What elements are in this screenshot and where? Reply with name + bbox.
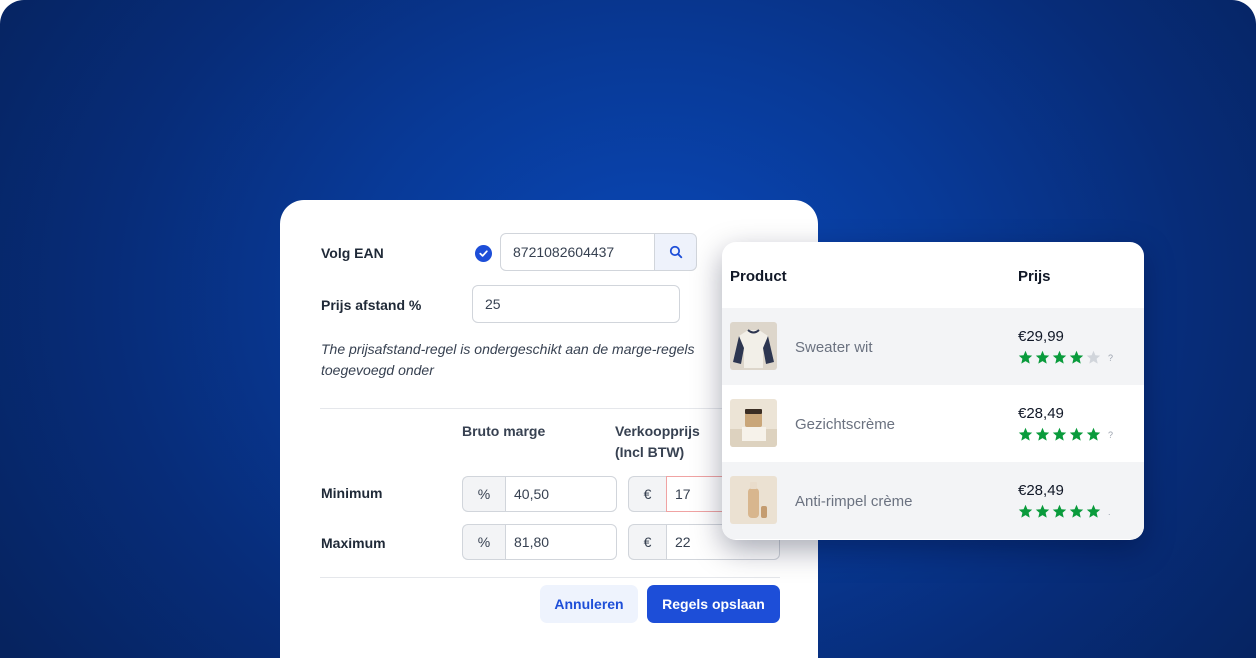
price-distance-input[interactable]: 25 xyxy=(472,285,680,323)
minimum-margin-input[interactable]: 40,50 xyxy=(505,476,617,512)
maximum-margin-group: % 81,80 xyxy=(462,524,617,560)
euro-addon: € xyxy=(628,524,666,560)
star-filled-icon xyxy=(1018,350,1033,365)
star-filled-icon xyxy=(1069,350,1084,365)
ean-input[interactable]: 8721082604437 xyxy=(500,233,655,271)
star-filled-icon xyxy=(1069,427,1084,442)
rating-stars: . xyxy=(1018,504,1111,519)
product-name: Sweater wit xyxy=(795,339,873,356)
rating-stars: ? xyxy=(1018,427,1113,442)
follow-ean-checkbox[interactable] xyxy=(475,245,492,262)
save-rules-button[interactable]: Regels opslaan xyxy=(647,585,780,623)
face-cream-thumbnail xyxy=(730,399,777,447)
star-filled-icon xyxy=(1018,504,1033,519)
product-row[interactable]: Gezichtscrème €28,49 ? xyxy=(722,385,1144,462)
star-filled-icon xyxy=(1035,350,1050,365)
price-distance-label: Prijs afstand % xyxy=(321,297,422,313)
divider-bottom xyxy=(320,577,780,578)
product-price: €28,49 xyxy=(1018,482,1064,499)
maximum-label: Maximum xyxy=(321,535,386,551)
sale-price-header: Verkoopprijs (Incl BTW) xyxy=(615,421,700,463)
percent-addon: % xyxy=(462,524,505,560)
sale-price-header-line-2: (Incl BTW) xyxy=(615,444,685,460)
star-filled-icon xyxy=(1035,504,1050,519)
star-filled-icon xyxy=(1052,350,1067,365)
star-filled-icon xyxy=(1086,427,1101,442)
product-price-card: Product Prijs Sweater wit €29,99 ? Gezic… xyxy=(722,242,1144,540)
product-price: €29,99 xyxy=(1018,328,1064,345)
star-filled-icon xyxy=(1069,504,1084,519)
follow-ean-label: Volg EAN xyxy=(321,245,384,261)
star-filled-icon xyxy=(1052,504,1067,519)
checkmark-icon xyxy=(479,250,488,257)
product-price: €28,49 xyxy=(1018,405,1064,422)
product-column-header: Product xyxy=(730,268,787,285)
percent-addon: % xyxy=(462,476,505,512)
star-filled-icon xyxy=(1018,427,1033,442)
divider-top xyxy=(320,408,780,409)
rating-info-marker: ? xyxy=(1108,429,1114,440)
star-filled-icon xyxy=(1052,427,1067,442)
search-icon xyxy=(669,245,682,259)
rule-note-line-1: The prijsafstand-regel is ondergeschikt … xyxy=(321,341,695,357)
product-name: Gezichtscrème xyxy=(795,416,896,433)
cancel-button[interactable]: Annuleren xyxy=(540,585,638,623)
product-table-header: Product Prijs xyxy=(722,242,1144,308)
star-filled-icon xyxy=(1035,427,1050,442)
sweater-thumbnail xyxy=(730,322,777,370)
maximum-margin-input[interactable]: 81,80 xyxy=(505,524,617,560)
euro-addon: € xyxy=(628,476,666,512)
rating-info-marker: ? xyxy=(1108,352,1114,363)
sale-price-header-line-1: Verkoopprijs xyxy=(615,423,700,439)
gross-margin-header: Bruto marge xyxy=(462,423,546,439)
star-empty-icon xyxy=(1086,350,1101,365)
rule-note-line-2: toegevoegd onder xyxy=(321,362,434,378)
minimum-label: Minimum xyxy=(321,485,383,501)
ean-search-button[interactable] xyxy=(654,233,697,271)
product-row[interactable]: Sweater wit €29,99 ? xyxy=(722,308,1144,385)
rule-note: The prijsafstand-regel is ondergeschikt … xyxy=(321,339,791,381)
product-name: Anti-rimpel crème xyxy=(795,493,913,510)
anti-wrinkle-cream-thumbnail xyxy=(730,476,777,524)
hero-background: Volg EAN 8721082604437 Prijs afstand % 2… xyxy=(0,0,1256,658)
rating-info-marker: . xyxy=(1108,506,1111,517)
star-filled-icon xyxy=(1086,504,1101,519)
product-row[interactable]: Anti-rimpel crème €28,49 . xyxy=(722,462,1144,539)
rating-stars: ? xyxy=(1018,350,1113,365)
minimum-margin-group: % 40,50 xyxy=(462,476,617,512)
price-column-header: Prijs xyxy=(1018,268,1051,285)
